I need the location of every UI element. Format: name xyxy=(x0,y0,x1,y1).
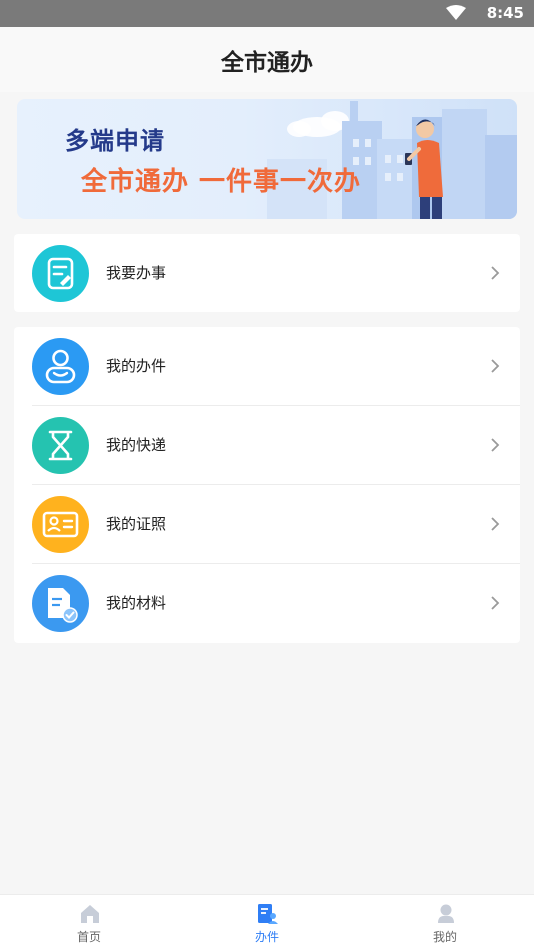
bottom-tab-bar: 首页 办件 我的 xyxy=(0,894,534,949)
city-illustration xyxy=(267,101,517,219)
chevron-right-icon xyxy=(491,517,500,531)
status-time: 8:45 xyxy=(486,4,524,22)
banner-slogan: 全市通办 一件事一次办 xyxy=(81,167,362,197)
chevron-right-icon xyxy=(491,266,500,280)
menu-item-label: 我的快递 xyxy=(106,436,167,454)
chevron-right-icon xyxy=(491,596,500,610)
banner-headline: 多端申请 xyxy=(65,127,165,155)
form-icon xyxy=(32,245,89,302)
menu-item-apply-service[interactable]: 我要办事 xyxy=(14,234,520,312)
menu-item-my-certificates[interactable]: 我的证照 xyxy=(14,485,520,564)
document-check-icon xyxy=(32,575,89,632)
hourglass-icon xyxy=(32,417,89,474)
user-profile-icon xyxy=(32,338,89,395)
chevron-right-icon xyxy=(491,359,500,373)
menu-item-label: 我的材料 xyxy=(106,594,167,612)
menu-item-label: 我的办件 xyxy=(106,357,167,375)
tab-home[interactable]: 首页 xyxy=(0,895,178,949)
service-card: 我要办事 xyxy=(14,234,520,312)
page-title: 全市通办 xyxy=(221,50,313,76)
tab-label: 首页 xyxy=(76,930,101,944)
status-bar: 8:45 xyxy=(0,0,534,27)
person-icon xyxy=(438,904,454,923)
wifi-icon xyxy=(446,5,466,20)
my-services-card: 我的办件 我的快递 我的证照 我的材料 xyxy=(14,327,520,643)
menu-item-label: 我要办事 xyxy=(106,264,167,282)
menu-item-my-express[interactable]: 我的快递 xyxy=(14,406,520,485)
promo-banner[interactable]: 多端申请 全市通办 一件事一次办 xyxy=(17,99,517,219)
menu-item-my-materials[interactable]: 我的材料 xyxy=(14,564,520,643)
menu-item-my-applications[interactable]: 我的办件 xyxy=(14,327,520,406)
tab-label: 我的 xyxy=(432,930,457,944)
app-header: 全市通办 xyxy=(0,27,534,92)
menu-item-label: 我的证照 xyxy=(106,515,167,533)
tab-applications[interactable]: 办件 xyxy=(178,895,356,949)
chevron-right-icon xyxy=(491,438,500,452)
files-icon xyxy=(258,904,278,924)
tab-label: 办件 xyxy=(254,930,279,944)
home-icon xyxy=(81,905,99,923)
id-card-icon xyxy=(32,496,89,553)
tab-mine[interactable]: 我的 xyxy=(356,895,534,949)
